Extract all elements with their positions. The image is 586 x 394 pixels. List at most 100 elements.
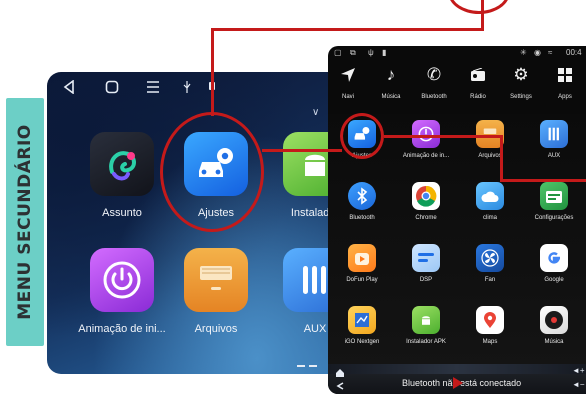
settings-grid-icon — [540, 182, 568, 210]
dock-label: Bluetooth — [421, 94, 447, 100]
home-icon[interactable] — [105, 80, 119, 94]
connector-line-arquivos-down — [500, 135, 503, 181]
grid-item-animacao[interactable]: Animação de in... — [395, 120, 457, 159]
connector-line-arquivos-horizontal — [384, 135, 502, 138]
status-bar: ▢ ⧉ ψ ▮ ✳ ◉ ≈ 00:4 — [328, 46, 586, 60]
dock-label: Navi — [341, 94, 354, 100]
grid-label: Música — [544, 339, 564, 345]
copy-icon: ⧉ — [350, 48, 356, 57]
grid-label: Configurações — [534, 215, 574, 221]
grid-item-igo[interactable]: iGO Nextgen — [331, 306, 393, 345]
chevron-down-icon[interactable]: ∨ — [312, 107, 319, 118]
radio-icon — [458, 62, 498, 88]
drawer-icon — [184, 248, 248, 312]
side-label-panel: MENU SECUNDÁRIO — [6, 98, 44, 346]
grid-item-aux[interactable]: AUX — [523, 120, 585, 159]
dofun-play-icon — [348, 244, 376, 272]
usb-icon: ψ — [368, 48, 374, 57]
sd-card-icon: ▮ — [382, 48, 387, 57]
side-label-text: MENU SECUNDÁRIO — [15, 124, 35, 320]
back-arrow-icon[interactable] — [335, 381, 345, 391]
bluetooth-icon — [348, 182, 376, 210]
home-icon[interactable] — [335, 368, 345, 378]
dock-item-radio[interactable]: Rádio — [458, 62, 498, 100]
grid-label: Google — [544, 277, 564, 283]
dock-item-settings[interactable]: ⚙ Settings — [501, 62, 541, 100]
grid-label: Chrome — [415, 215, 437, 221]
highlight-circle-top — [448, 0, 510, 14]
volume-up-icon[interactable]: ◄+ — [572, 366, 585, 375]
connector-line-middle — [262, 149, 342, 152]
window-icon: ▢ — [334, 48, 342, 57]
igo-map-icon — [348, 306, 376, 334]
grid-label: Bluetooth — [349, 215, 375, 221]
power-icon — [412, 120, 440, 148]
grid-label: DoFun Play — [346, 277, 378, 283]
grid-label: Fan — [484, 277, 496, 283]
menu-icon[interactable] — [146, 81, 160, 93]
app-label: Animação de ini... — [78, 323, 166, 335]
navigation-arrow-icon — [328, 62, 368, 88]
connector-line-top-horizontal — [211, 28, 483, 31]
back-icon[interactable] — [63, 80, 75, 94]
grid-item-dofun[interactable]: DoFun Play — [331, 244, 393, 283]
connector-line-top-vertical — [211, 30, 214, 116]
weather-icon — [476, 182, 504, 210]
dock-item-apps[interactable]: Apps — [545, 62, 585, 100]
grid-item-configuracoes[interactable]: Configurações — [523, 182, 585, 221]
usb-icon — [183, 81, 191, 93]
bluetooth-status-icon: ✳ — [520, 48, 527, 57]
fan-icon — [476, 244, 504, 272]
grid-item-dsp[interactable]: DSP — [395, 244, 457, 283]
dock-bar: Navi ♪ Música ✆ Bluetooth Rádio ⚙ Settin… — [328, 62, 586, 110]
app-tile-assunto[interactable]: Assunto — [72, 132, 172, 219]
grid-item-musica[interactable]: Música — [523, 306, 585, 345]
grid-item-clima[interactable]: clima — [459, 182, 521, 221]
music-disc-icon — [540, 306, 568, 334]
grid-label: Animação de in... — [402, 153, 450, 159]
volume-down-icon[interactable]: ◄− — [572, 380, 585, 389]
play-icon[interactable] — [452, 376, 464, 390]
location-icon: ◉ — [534, 48, 541, 57]
grid-label: Instalador APK — [406, 339, 446, 345]
apps-grid-icon — [545, 62, 585, 88]
dock-item-bluetooth[interactable]: ✆ Bluetooth — [414, 62, 454, 100]
grid-label: Maps — [482, 339, 498, 345]
highlight-circle-ajustes-right — [340, 113, 384, 159]
aux-cable-icon — [540, 120, 568, 148]
chrome-icon — [412, 182, 440, 210]
bottom-player-bar: Bluetooth não está conectado ◄+ ◄− — [328, 366, 586, 394]
grid-label: AUX — [547, 153, 561, 159]
grid-label: DSP — [419, 277, 433, 283]
dock-item-navi[interactable]: Navi — [328, 62, 368, 100]
dsp-icon — [412, 244, 440, 272]
app-tile-animacao[interactable]: Animação de ini... — [72, 248, 172, 335]
grid-item-maps[interactable]: Maps — [459, 306, 521, 345]
page-indicator — [297, 354, 321, 372]
android-icon — [412, 306, 440, 334]
grid-item-instalador-apk[interactable]: Instalador APK — [395, 306, 457, 345]
dock-label: Apps — [558, 94, 572, 100]
app-label: Arquivos — [194, 323, 238, 335]
app-label: Assunto — [102, 207, 142, 219]
maps-pin-icon — [476, 306, 504, 334]
dock-label: Settings — [510, 94, 532, 100]
highlight-circle-ajustes-left — [160, 112, 264, 232]
grid-item-chrome[interactable]: Chrome — [395, 182, 457, 221]
grid-item-bluetooth[interactable]: Bluetooth — [331, 182, 393, 221]
gear-icon: ⚙ — [513, 65, 529, 84]
dock-label: Música — [381, 94, 401, 100]
grid-label: clima — [482, 215, 497, 221]
grid-item-arquivos[interactable]: Arquivos — [459, 120, 521, 159]
grid-item-google[interactable]: Google — [523, 244, 585, 283]
right-tablet-screen: ▢ ⧉ ψ ▮ ✳ ◉ ≈ 00:4 Navi ♪ Música ✆ Bluet… — [328, 46, 586, 394]
left-nav-bar — [47, 72, 347, 102]
grid-label: Arquivos — [478, 153, 502, 159]
app-tile-arquivos[interactable]: Arquivos — [166, 248, 266, 335]
dock-item-musica[interactable]: ♪ Música — [371, 62, 411, 100]
status-time: 00:4 — [566, 48, 582, 57]
connector-line-arquivos-right — [500, 179, 586, 182]
grid-label: iGO Nextgen — [344, 339, 380, 345]
phone-icon: ✆ — [426, 65, 442, 84]
grid-item-fan[interactable]: Fan — [459, 244, 521, 283]
